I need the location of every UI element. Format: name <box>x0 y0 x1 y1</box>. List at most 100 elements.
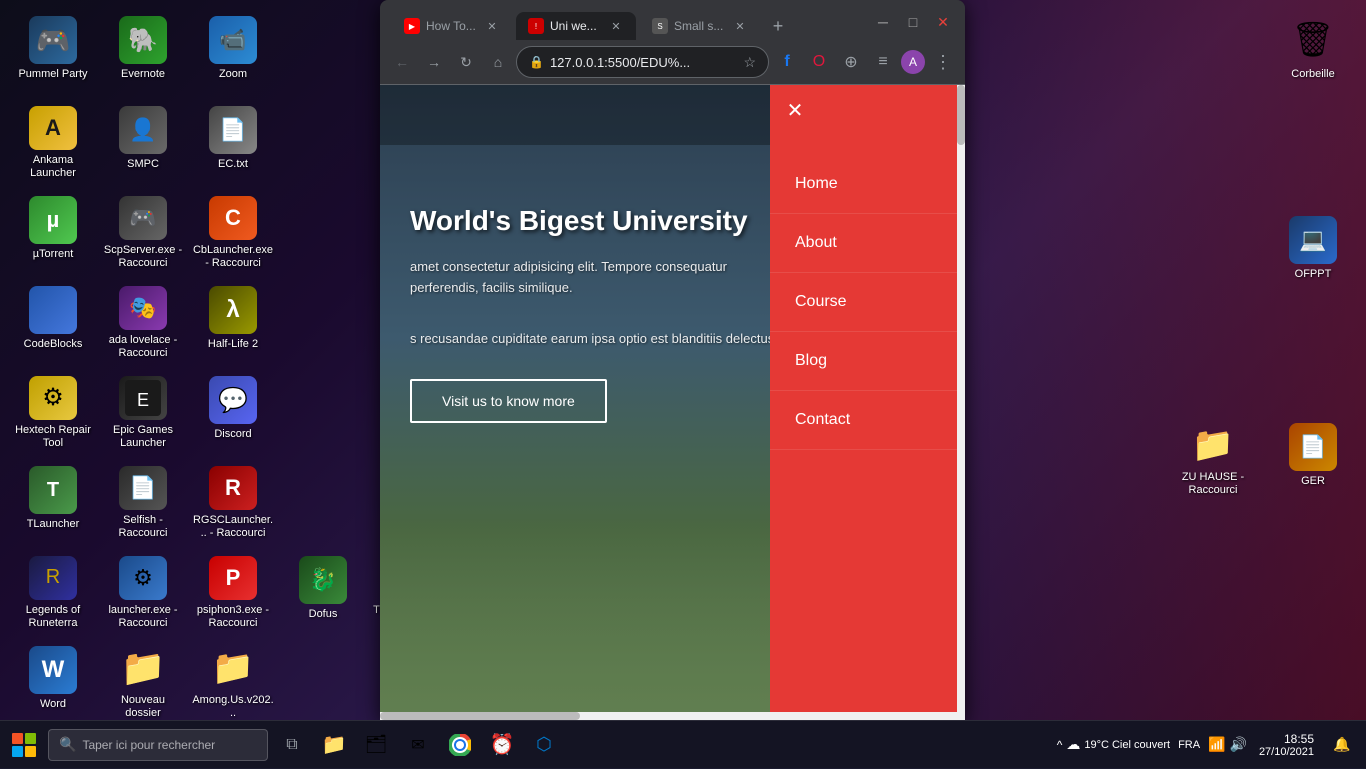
tab1-close-button[interactable]: ✕ <box>484 18 500 34</box>
taskbar: 🔍 Taper ici pour rechercher ⧉ 📁 🗂 ✉ ⏰ ⬡ … <box>0 720 1366 768</box>
weather-icon: ☁ <box>1066 736 1080 753</box>
home-button[interactable]: ⌂ <box>484 48 512 76</box>
icon-ada[interactable]: 🎭 ada lovelace - Raccourci <box>98 278 188 368</box>
tray-expand-btn[interactable]: ^ <box>1057 738 1063 752</box>
close-window-button[interactable]: ✕ <box>929 8 957 36</box>
icon-among[interactable]: 📁 Among.Us.v202... <box>188 638 278 720</box>
menu-item-about[interactable]: About <box>770 214 965 273</box>
icon-ofppt[interactable]: 💻 OFPPT <box>1268 208 1358 298</box>
extension-icon-btn[interactable]: ⊕ <box>837 48 865 76</box>
tab-3[interactable]: S Small s... ✕ <box>640 12 760 40</box>
browser-title-bar: ─ □ ✕ ▶ How To... ✕ ! Uni we... ✕ S <box>380 0 965 40</box>
taskbar-file-explorer[interactable]: 📁 <box>314 721 354 769</box>
cb-img: C <box>209 196 257 240</box>
icon-ger[interactable]: 📄 GER <box>1268 415 1358 505</box>
maximize-button[interactable]: □ <box>899 8 927 36</box>
zu-hause-img: 📁 <box>1189 423 1237 467</box>
icon-cb[interactable]: C CbLauncher.exe - Raccourci <box>188 188 278 278</box>
taskbar-task-view[interactable]: ⧉ <box>272 721 312 769</box>
icon-rockstar[interactable]: R RGSCLauncher... - Raccourci <box>188 458 278 548</box>
halflife-label: Half-Life 2 <box>208 338 258 351</box>
icon-launcher-exe[interactable]: ⚙ launcher.exe - Raccourci <box>98 548 188 638</box>
icon-evernote[interactable]: 🐘 Evernote <box>98 8 188 98</box>
zoom-label: Zoom <box>219 68 247 81</box>
university-description-1: amet consectetur adipisicing elit. Tempo… <box>410 257 790 299</box>
icon-col-1: 🎮 Pummel Party A Ankama Launcher µ µTorr… <box>8 8 98 720</box>
icon-pummel-party[interactable]: 🎮 Pummel Party <box>8 8 98 98</box>
ec-label: EC.txt <box>218 158 248 171</box>
icon-selfish[interactable]: 📄 Selfish - Raccourci <box>98 458 188 548</box>
visit-button[interactable]: Visit us to know more <box>410 379 607 423</box>
notification-button[interactable]: 🔔 <box>1326 729 1358 761</box>
scrollbar-thumb[interactable] <box>957 85 965 145</box>
menu-item-home[interactable]: Home <box>770 155 965 214</box>
taskbar-clock[interactable]: 18:55 27/10/2021 <box>1251 732 1322 758</box>
vertical-scrollbar[interactable] <box>957 85 965 720</box>
epic-img: E <box>119 376 167 420</box>
taskbar-clock-app[interactable]: ⏰ <box>482 721 522 769</box>
icon-utorrent[interactable]: µ µTorrent <box>8 188 98 278</box>
tab-1[interactable]: ▶ How To... ✕ <box>392 12 512 40</box>
extension2-icon-btn[interactable]: ≡ <box>869 48 897 76</box>
icon-word[interactable]: W Word <box>8 638 98 720</box>
back-button[interactable]: ← <box>388 48 416 76</box>
taskbar-vscode[interactable]: ⬡ <box>524 721 564 769</box>
icon-legends[interactable]: R Legends of Runeterra <box>8 548 98 638</box>
tab-2[interactable]: ! Uni we... ✕ <box>516 12 636 40</box>
smpc-img: 👤 <box>119 106 167 154</box>
ankama-label: Ankama Launcher <box>12 154 94 180</box>
recycle-label: Corbeille <box>1291 68 1334 81</box>
icon-nouveau[interactable]: 📁 Nouveau dossier <box>98 638 188 720</box>
icon-hextech[interactable]: ⚙ Hextech Repair Tool <box>8 368 98 458</box>
discord-label: Discord <box>214 428 251 441</box>
tab3-icon: S <box>652 18 668 34</box>
horizontal-scrollbar[interactable] <box>380 712 957 720</box>
new-tab-button[interactable]: + <box>764 12 792 40</box>
icon-scp[interactable]: 🎮 ScpServer.exe - Raccourci <box>98 188 188 278</box>
facebook-icon-btn[interactable]: f <box>773 48 801 76</box>
icon-halflife[interactable]: λ Half-Life 2 <box>188 278 278 368</box>
icon-epic[interactable]: E Epic Games Launcher <box>98 368 188 458</box>
opera-icon-btn[interactable]: O <box>805 48 833 76</box>
taskbar-explorer2[interactable]: 🗂 <box>356 721 396 769</box>
university-description-2: s recusandae cupiditate earum ipsa optio… <box>410 329 790 350</box>
start-button[interactable] <box>0 721 48 769</box>
icon-tlauncher[interactable]: T TLauncher <box>8 458 98 548</box>
icon-zoom[interactable]: 📹 Zoom <box>188 8 278 98</box>
address-bar[interactable]: 🔒 127.0.0.1:5500/EDU%... ☆ <box>516 46 769 78</box>
minimize-button[interactable]: ─ <box>869 8 897 36</box>
icon-smpc[interactable]: 👤 SMPC <box>98 98 188 188</box>
menu-item-course[interactable]: Course <box>770 273 965 332</box>
icon-psiphon[interactable]: P psiphon3.exe - Raccourci <box>188 548 278 638</box>
icon-ankama[interactable]: A Ankama Launcher <box>8 98 98 188</box>
word-img: W <box>29 646 77 694</box>
forward-button[interactable]: → <box>420 48 448 76</box>
h-scrollbar-thumb[interactable] <box>380 712 580 720</box>
menu-item-blog[interactable]: Blog <box>770 332 965 391</box>
icon-ec[interactable]: 📄 EC.txt <box>188 98 278 188</box>
dofus-label: Dofus <box>309 608 338 621</box>
tab3-close-button[interactable]: ✕ <box>732 18 748 34</box>
icon-dofus[interactable]: 🐉 Dofus <box>278 548 368 638</box>
menu-icon-btn[interactable]: ⋮ <box>929 48 957 76</box>
taskbar-mail[interactable]: ✉ <box>398 721 438 769</box>
taskbar-search-icon: 🔍 <box>59 736 76 753</box>
halflife-img: λ <box>209 286 257 334</box>
taskbar-search[interactable]: 🔍 Taper ici pour rechercher <box>48 729 268 761</box>
icon-zu-hause[interactable]: 📁 ZU HAUSE - Raccourci <box>1168 415 1258 505</box>
taskbar-chrome[interactable] <box>440 721 480 769</box>
security-icon: 🔒 <box>529 55 544 69</box>
ec-img: 📄 <box>209 106 257 154</box>
profile-icon-btn[interactable]: A <box>901 50 925 74</box>
dofus-img: 🐉 <box>299 556 347 604</box>
icon-discord[interactable]: 💬 Discord <box>188 368 278 458</box>
reload-button[interactable]: ↻ <box>452 48 480 76</box>
tlauncher-img: T <box>29 466 77 514</box>
icon-recycle[interactable]: 🗑 Corbeille <box>1268 8 1358 98</box>
bookmark-icon: ☆ <box>743 54 756 71</box>
close-menu-button[interactable]: ✕ <box>780 95 810 125</box>
menu-item-contact[interactable]: Contact <box>770 391 965 450</box>
icon-codeblocks[interactable]: CodeBlocks <box>8 278 98 368</box>
tab2-close-button[interactable]: ✕ <box>608 18 624 34</box>
tab1-label: How To... <box>426 19 476 33</box>
